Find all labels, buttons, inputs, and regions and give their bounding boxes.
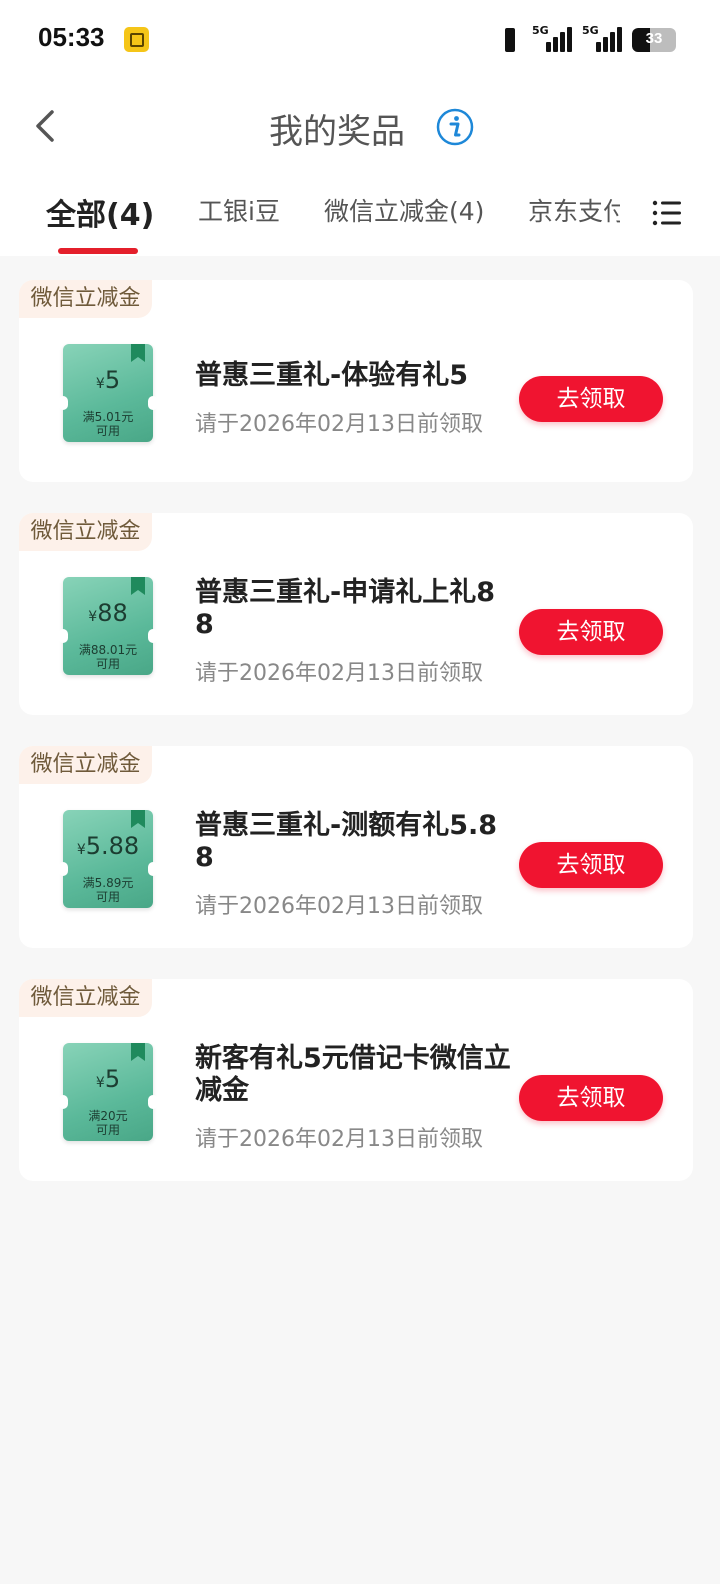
coupon-image: ¥88 满88.01元 可用: [58, 577, 158, 675]
battery-icon: 33: [632, 28, 676, 52]
coupon-condition: 满5.01元 可用: [63, 410, 153, 438]
coupon-condition-line: 可用: [95, 657, 120, 671]
coupon-value: 5.88: [85, 832, 140, 860]
coupon-value: 88: [97, 599, 128, 627]
prize-deadline: 请于2026年02月13日前领取: [195, 1127, 483, 1152]
currency-symbol: ¥: [95, 1075, 105, 1091]
coupon-image: ¥5 满20元 可用: [58, 1043, 158, 1141]
prize-type-tag: 微信立减金: [19, 280, 152, 318]
menu-list-icon[interactable]: [652, 198, 682, 228]
currency-symbol: ¥: [88, 609, 98, 625]
network-type-label: 5G: [582, 24, 599, 37]
coupon-condition-line: 满88.01元: [78, 643, 138, 657]
prize-deadline: 请于2026年02月13日前领取: [195, 894, 483, 919]
coupon-condition-line: 满20元: [88, 1109, 128, 1123]
bookmark-icon: [131, 810, 145, 828]
coupon-amount: ¥88: [63, 599, 153, 627]
coupon-image: ¥5 满5.01元 可用: [58, 344, 158, 442]
bookmark-icon: [131, 344, 145, 362]
info-icon[interactable]: [436, 108, 474, 146]
prize-name: 新客有礼5元借记卡微信立减金: [195, 1043, 511, 1106]
status-time: 05:33: [38, 22, 105, 52]
bookmark-icon: [131, 577, 145, 595]
coupon-condition: 满20元 可用: [63, 1109, 153, 1137]
bookmark-icon: [131, 1043, 145, 1061]
coupon-condition: 满5.89元 可用: [63, 876, 153, 904]
prize-name: 普惠三重礼-测额有礼5.88: [195, 810, 498, 873]
battery-level: 33: [645, 30, 663, 47]
status-bar: 05:33 5G 5G 33: [0, 0, 720, 82]
prize-type-tag: 微信立减金: [19, 979, 152, 1017]
prize-card: 微信立减金 ¥88 满88.01元 可用 普惠三重礼-申请礼上礼88 请于2026…: [19, 513, 693, 715]
prize-name: 普惠三重礼-申请礼上礼88: [195, 577, 495, 640]
currency-symbol: ¥: [76, 842, 86, 858]
tab-jd-pay[interactable]: 京东支付: [528, 192, 620, 228]
prize-name: 普惠三重礼-体验有礼5: [195, 360, 468, 391]
tab-icbc-beans[interactable]: 工银i豆: [198, 192, 280, 228]
prize-card: 微信立减金 ¥5 满20元 可用 新客有礼5元借记卡微信立减金 请于2026年02…: [19, 979, 693, 1181]
coupon-condition-line: 满5.01元: [82, 410, 134, 424]
vibrate-icon: [498, 26, 522, 54]
coupon-value: 5: [104, 366, 121, 394]
coupon-amount: ¥5: [63, 366, 153, 394]
signal-icon-1: 5G: [532, 24, 572, 54]
claim-button[interactable]: 去领取: [519, 1075, 663, 1121]
coupon-condition: 满88.01元 可用: [63, 643, 153, 671]
claim-button[interactable]: 去领取: [519, 376, 663, 422]
coupon-amount: ¥5: [63, 1065, 153, 1093]
coupon-value: 5: [104, 1065, 121, 1093]
coupon-condition-line: 可用: [95, 1123, 120, 1137]
notification-app-icon: [124, 27, 149, 52]
tab-overflow-clip: 京东支付: [528, 174, 620, 256]
prize-card: 微信立减金 ¥5.88 满5.89元 可用 普惠三重礼-测额有礼5.88 请于20…: [19, 746, 693, 948]
category-tabs: 全部(4) 工银i豆 微信立减金(4) 京东支付: [0, 174, 720, 256]
coupon-condition-line: 可用: [95, 424, 120, 438]
prize-card: 微信立减金 ¥5 满5.01元 可用 普惠三重礼-体验有礼5 请于2026年02月…: [19, 280, 693, 482]
prize-deadline: 请于2026年02月13日前领取: [195, 412, 483, 437]
prize-type-tag: 微信立减金: [19, 513, 152, 551]
coupon-condition-line: 可用: [95, 890, 120, 904]
coupon-condition-line: 满5.89元: [82, 876, 134, 890]
active-tab-indicator: [58, 248, 138, 254]
status-icons: 5G 5G 33: [498, 24, 676, 56]
currency-symbol: ¥: [95, 376, 105, 392]
coupon-amount: ¥5.88: [63, 832, 153, 860]
page-header: 我的奖品: [0, 82, 720, 174]
claim-button[interactable]: 去领取: [519, 842, 663, 888]
claim-button[interactable]: 去领取: [519, 609, 663, 655]
tab-all[interactable]: 全部(4): [46, 190, 154, 234]
signal-icon-2: 5G: [582, 24, 622, 54]
page-title: 我的奖品: [269, 113, 405, 151]
coupon-image: ¥5.88 满5.89元 可用: [58, 810, 158, 908]
network-type-label: 5G: [532, 24, 549, 37]
prize-deadline: 请于2026年02月13日前领取: [195, 661, 483, 686]
prize-type-tag: 微信立减金: [19, 746, 152, 784]
tab-wechat-discount[interactable]: 微信立减金(4): [324, 192, 484, 228]
